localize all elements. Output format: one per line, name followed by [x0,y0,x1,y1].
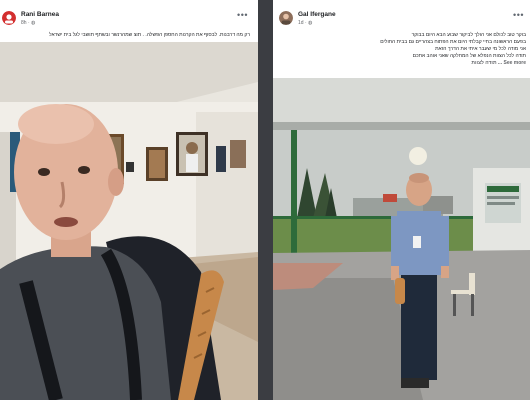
post-photo[interactable] [0,42,258,400]
caption-line: רק מה דרבנות. לבסוף את הקרנות החספן הפשל… [49,32,250,38]
post-header: Gal Ifergane 1d · ◍ ••• [273,0,530,30]
author-avatar[interactable] [2,11,16,25]
post-photo[interactable] [273,78,530,400]
globe-icon: ◍ [31,20,36,26]
post-card: Gal Ifergane 1d · ◍ ••• בוקר טוב לכולם א… [273,0,530,400]
author-name[interactable]: Rani Barnea [21,11,59,18]
more-options-icon[interactable]: ••• [513,11,524,20]
post-meta: 8h · ◍ [21,20,36,26]
author-avatar[interactable] [279,11,293,25]
post-card: Rani Barnea 8h · ◍ ••• רק מה דרבנות. לבס… [0,0,258,400]
caption-line: בוקר טוב לכולם אני הולך לביקור שבוע הבא … [411,32,526,38]
post-caption: בוקר טוב לכולם אני הולך לביקור שבוע הבא … [380,32,526,67]
globe-icon: ◍ [308,20,313,26]
caption-line: תודה לכל הצוות הנפלא של המחלקה שאני אוהב… [412,53,526,59]
post-meta: 1d · ◍ [298,20,313,26]
caption-line: בפעם הראשונה בחיי קבלתי היום את הפתוח בצ… [380,39,526,45]
post-header: Rani Barnea 8h · ◍ ••• [0,0,258,30]
caption-line: אני מודה לכל מי שעבר איתי את הדרך הזאת [435,46,526,52]
post-time[interactable]: 1d [298,20,304,26]
post-time[interactable]: 8h [21,20,27,26]
more-options-icon[interactable]: ••• [237,11,248,20]
see-more-link[interactable]: See more ... תודה לצוות [380,60,526,67]
author-name[interactable]: Gal Ifergane [298,11,336,18]
post-caption: רק מה דרבנות. לבסוף את הקרנות החספן הפשל… [49,32,250,39]
